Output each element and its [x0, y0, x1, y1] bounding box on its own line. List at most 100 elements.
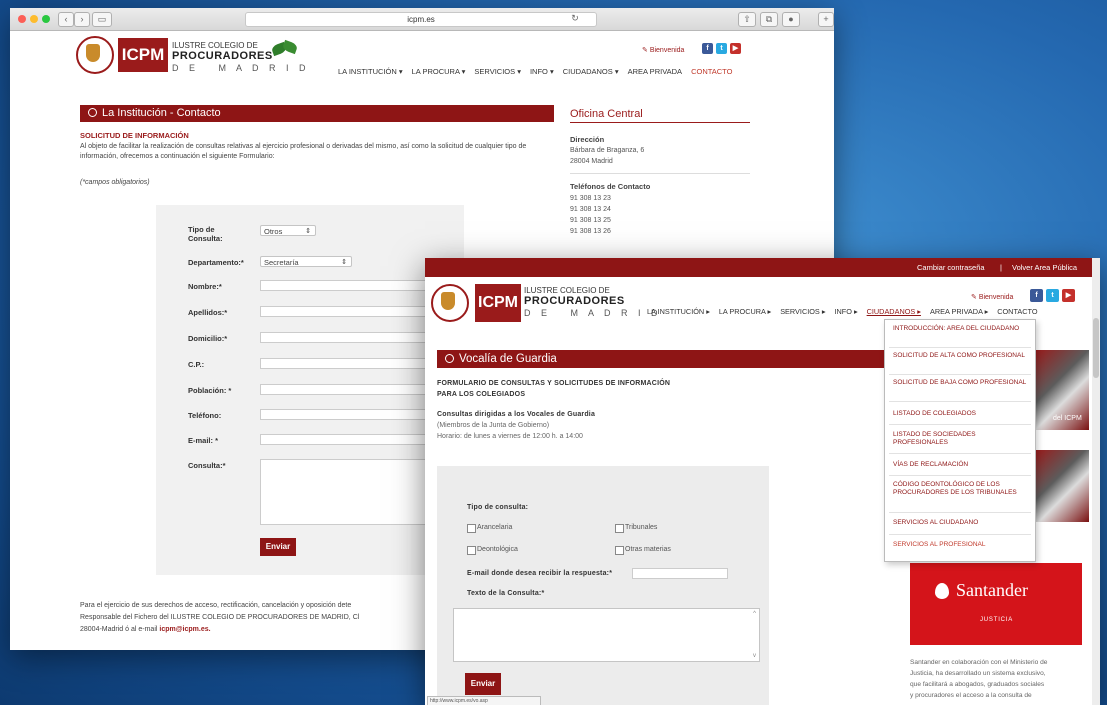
required-note: (*campos obligatorios): [80, 179, 150, 186]
form-title-2: PARA LOS COLEGIADOS: [437, 391, 526, 398]
facebook-icon[interactable]: f: [1030, 289, 1043, 302]
nav-contacto[interactable]: CONTACTO: [997, 307, 1037, 316]
logo-line1: ILUSTRE COLEGIO DE: [172, 41, 258, 50]
nav-la-institucion[interactable]: LA INSTITUCIÓN ▾: [338, 67, 403, 76]
address-line-2: 28004 Madrid: [570, 158, 613, 165]
cp-label: C.P.:: [188, 360, 205, 369]
santander-text-2: Justicia, ha desarrollado un sistema exc…: [910, 670, 1046, 677]
nav-servicios[interactable]: SERVICIOS ▸: [780, 307, 825, 316]
scroll-up-icon[interactable]: ^: [753, 611, 756, 617]
sidebar-title: Oficina Central: [570, 108, 750, 123]
sidebar-icon[interactable]: ▭: [92, 12, 112, 27]
bienvenida-link[interactable]: ✎ Bienvenida: [971, 293, 1013, 301]
social-links: f t ▶: [1030, 289, 1075, 302]
form-title-1: FORMULARIO DE CONSULTAS Y SOLICITUDES DE…: [437, 380, 671, 387]
departamento-select[interactable]: Secretaría ⇕: [260, 256, 352, 267]
email-link[interactable]: icpm@icpm.es.: [159, 626, 210, 633]
volver-area-publica-link[interactable]: Volver Area Pública: [1012, 263, 1077, 272]
tipo-consulta-select[interactable]: Otros ⇕: [260, 225, 316, 236]
nav-la-institucion[interactable]: LA INSTITUCIÓN ▸: [647, 307, 710, 316]
scroll-down-icon[interactable]: v: [753, 653, 756, 659]
sidebar-divider: [570, 173, 750, 174]
menu-divider: [889, 453, 1031, 454]
nav-la-procura[interactable]: LA PROCURA ▸: [719, 307, 771, 316]
santander-banner[interactable]: Santander JUSTICIA: [910, 563, 1082, 645]
consulta-label: Consulta:*: [188, 461, 226, 470]
bienvenida-link[interactable]: ✎ Bienvenida: [642, 46, 684, 54]
menu-divider: [889, 534, 1031, 535]
sidebar-promo-image-2[interactable]: [1035, 450, 1089, 522]
sidebar-promo-image-1[interactable]: del ICPM: [1035, 350, 1089, 430]
twitter-icon[interactable]: t: [716, 43, 727, 54]
back-arrow-icon[interactable]: ‹: [58, 12, 74, 27]
minimize-window-icon[interactable]: [30, 15, 38, 23]
private-area-topbar: Cambiar contraseña | Volver Area Pública: [425, 258, 1100, 277]
enviar-button[interactable]: Enviar: [260, 538, 296, 556]
tipo-consulta-label: Tipo de consulta:: [467, 504, 529, 511]
menu-divider: [889, 424, 1031, 425]
nav-area-privada[interactable]: AREA PRIVADA ▸: [930, 307, 988, 316]
address-line-1: Bárbara de Braganza, 6: [570, 147, 645, 154]
menu-item-servicios-profesional[interactable]: SERVICIOS AL PROFESIONAL: [893, 541, 1027, 549]
arancelaria-checkbox[interactable]: [467, 524, 476, 533]
menu-item-introduccion[interactable]: INTRODUCCIÓN: AREA DEL CIUDADANO: [893, 325, 1027, 333]
horario-text: Horario: de lunes a viernes de 12:00 h. …: [437, 433, 583, 440]
nav-ciudadanos[interactable]: CIUDADANOS ▸: [867, 307, 921, 316]
coat-of-arms-logo[interactable]: [431, 284, 469, 322]
enviar-button[interactable]: Enviar: [465, 673, 501, 695]
tribunales-checkbox[interactable]: [615, 524, 624, 533]
texto-consulta-textarea[interactable]: ^ v: [453, 608, 760, 662]
maximize-window-icon[interactable]: [42, 15, 50, 23]
nav-info[interactable]: INFO ▸: [834, 307, 857, 316]
santander-sub: JUSTICIA: [980, 617, 1014, 623]
twitter-icon[interactable]: t: [1046, 289, 1059, 302]
menu-item-solicitud-alta[interactable]: SOLICITUD DE ALTA COMO PROFESIONAL: [893, 352, 1027, 360]
reload-icon[interactable]: ↻: [570, 12, 580, 25]
otras-materias-checkbox[interactable]: [615, 546, 624, 555]
arancelaria-label: Arancelaria: [477, 524, 513, 531]
menu-divider: [889, 512, 1031, 513]
url-bar[interactable]: icpm.es: [245, 12, 597, 27]
tabs-icon[interactable]: ⧉: [760, 12, 778, 27]
youtube-icon[interactable]: ▶: [1062, 289, 1075, 302]
menu-item-listado-colegiados[interactable]: LISTADO DE COLEGIADOS: [893, 410, 1027, 418]
scrollbar-thumb[interactable]: [1093, 318, 1099, 378]
nav-info[interactable]: INFO ▾: [530, 67, 554, 76]
youtube-icon[interactable]: ▶: [730, 43, 741, 54]
deontologica-checkbox[interactable]: [467, 546, 476, 555]
new-tab-icon[interactable]: +: [818, 12, 834, 27]
menu-item-servicios-ciudadano[interactable]: SERVICIOS AL CIUDADANO: [893, 519, 1027, 527]
nav-la-procura[interactable]: LA PROCURA ▾: [412, 67, 466, 76]
consulta-textarea[interactable]: [260, 459, 426, 525]
santander-text-3: que facilitará a abogados, graduados soc…: [910, 681, 1045, 688]
texto-consulta-label: Texto de la Consulta:*: [467, 590, 545, 597]
select-arrows-icon: ⇕: [341, 259, 347, 266]
nav-ciudadanos[interactable]: CIUDADANOS ▾: [563, 67, 619, 76]
menu-item-listado-sociedades[interactable]: LISTADO DE SOCIEDADES PROFESIONALES: [893, 431, 1027, 447]
coat-of-arms-logo[interactable]: [76, 36, 114, 74]
nav-servicios[interactable]: SERVICIOS ▾: [474, 67, 521, 76]
menu-item-vias-reclamacion[interactable]: VÍAS DE RECLAMACIÓN: [893, 461, 1027, 469]
holly-decoration-icon: [272, 40, 298, 62]
icpm-logo-box[interactable]: ICPM: [475, 284, 521, 322]
main-nav: LA INSTITUCIÓN ▾ LA PROCURA ▾ SERVICIOS ▾ I…: [338, 67, 741, 76]
phone-2: 91 308 13 24: [570, 206, 611, 213]
apellidos-label: Apellidos:*: [188, 308, 228, 317]
email-label: E-mail: *: [188, 436, 219, 445]
menu-divider: [889, 347, 1031, 348]
poblacion-label: Población: *: [188, 386, 232, 395]
cambiar-contrasena-link[interactable]: Cambiar contraseña: [917, 263, 985, 272]
share-icon[interactable]: ⇧: [738, 12, 756, 27]
nav-area-privada[interactable]: AREA PRIVADA: [628, 67, 682, 76]
nav-contacto[interactable]: CONTACTO: [691, 67, 732, 76]
download-icon[interactable]: ●: [782, 12, 800, 27]
facebook-icon[interactable]: f: [702, 43, 713, 54]
menu-item-codigo-deontologico[interactable]: CÓDIGO DEONTOLÓGICO DE LOS PROCURADORES …: [893, 481, 1027, 497]
menu-item-solicitud-baja[interactable]: SOLICITUD DE BAJA COMO PROFESIONAL: [893, 379, 1027, 387]
icpm-logo-box[interactable]: ICPM: [118, 38, 168, 72]
forward-arrow-icon[interactable]: ›: [74, 12, 90, 27]
close-window-icon[interactable]: [18, 15, 26, 23]
menu-divider: [889, 401, 1031, 402]
email-respuesta-input[interactable]: [632, 568, 728, 579]
page-scrollbar[interactable]: [1092, 258, 1100, 705]
